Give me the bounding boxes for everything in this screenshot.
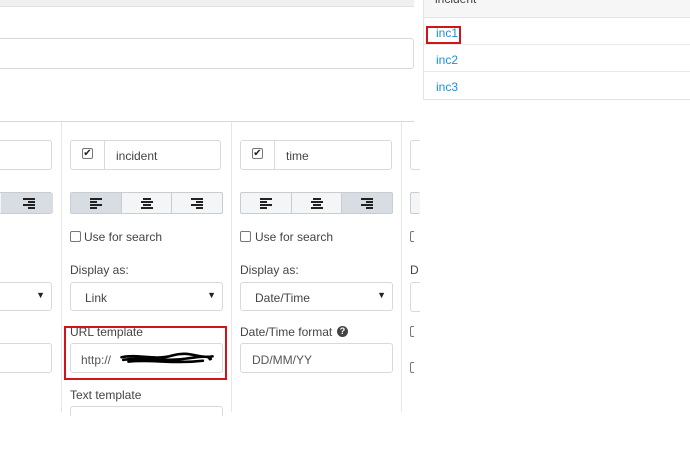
align-left-button[interactable] <box>71 193 122 213</box>
chevron-down-icon: ▼ <box>207 290 216 300</box>
column-name-text[interactable]: incident <box>116 149 157 163</box>
column-enabled-checkbox[interactable]: ✔ <box>252 148 263 159</box>
table-cell-link[interactable]: inc3 <box>436 80 458 94</box>
option-checkbox-partial[interactable] <box>410 326 414 337</box>
use-for-search-checkbox[interactable] <box>70 231 81 242</box>
top-input-field[interactable] <box>0 38 414 69</box>
display-as-label-partial: D <box>410 263 419 277</box>
table-header-label: incident <box>435 0 476 6</box>
display-as-select[interactable]: Link ▼ <box>70 282 223 311</box>
align-left-icon <box>260 198 272 209</box>
use-for-search-checkbox-partial[interactable] <box>410 231 414 242</box>
top-bar <box>0 0 414 7</box>
display-as-select-partial[interactable]: ▼ <box>0 282 52 311</box>
checkmark-icon: ✔ <box>253 148 262 159</box>
column-separator <box>401 122 402 412</box>
display-as-label: Display as: <box>240 263 299 277</box>
display-as-select[interactable]: Date/Time ▼ <box>240 282 393 311</box>
annotation-box-url-template <box>64 326 227 380</box>
align-center-icon <box>141 198 153 209</box>
use-for-search-checkbox[interactable] <box>240 231 251 242</box>
display-as-value: Date/Time <box>255 291 310 305</box>
table-header: incident <box>424 0 690 18</box>
alignment-group <box>240 192 393 214</box>
align-right-button[interactable] <box>1 193 53 213</box>
table-row: inc2 <box>424 45 690 72</box>
preview-table: incident inc1 inc2 inc3 <box>423 0 690 100</box>
display-as-select-partial[interactable] <box>410 282 420 312</box>
table-cell-link[interactable]: inc2 <box>436 53 458 67</box>
datetime-format-placeholder: DD/MM/YY <box>252 353 312 367</box>
column-separator <box>61 122 62 412</box>
alignment-group <box>70 192 223 214</box>
table-row: inc1 <box>424 18 690 45</box>
text-template-input[interactable] <box>70 406 223 416</box>
use-for-search-label: Use for search <box>255 230 334 244</box>
help-icon-glyph: ? <box>339 326 346 336</box>
align-center-button[interactable] <box>122 193 172 213</box>
column-name-input-partial[interactable] <box>0 140 52 170</box>
column-name-text[interactable]: time <box>286 149 309 163</box>
alignment-group-partial <box>410 192 420 214</box>
datetime-format-label: Date/Time format <box>240 325 333 339</box>
chevron-down-icon: ▼ <box>36 290 45 300</box>
checkmark-icon: ✔ <box>83 148 92 159</box>
column-enabled-cell: ✔ <box>241 141 275 169</box>
align-left-icon <box>90 198 102 209</box>
column-enabled-cell: ✔ <box>71 141 105 169</box>
column-name-field: ✔ incident <box>70 140 221 170</box>
align-right-icon <box>361 198 373 209</box>
annotation-box-inc1 <box>426 26 461 44</box>
chevron-down-icon: ▼ <box>377 290 386 300</box>
column-enabled-checkbox[interactable]: ✔ <box>82 148 93 159</box>
align-right-button[interactable] <box>342 193 392 213</box>
align-right-icon <box>23 198 35 209</box>
table-row: inc3 <box>424 72 690 99</box>
display-as-label: Display as: <box>70 263 129 277</box>
column-name-field: ✔ time <box>240 140 392 170</box>
align-right-icon <box>191 198 203 209</box>
use-for-search-label: Use for search <box>84 230 163 244</box>
datetime-format-input[interactable]: DD/MM/YY <box>240 343 393 373</box>
column-separator <box>231 122 232 412</box>
option-checkbox-partial[interactable] <box>410 362 414 373</box>
help-icon[interactable]: ? <box>337 326 348 337</box>
section-divider <box>0 121 414 122</box>
align-right-button[interactable] <box>172 193 222 213</box>
align-center-icon <box>311 198 323 209</box>
column-name-input-partial[interactable] <box>410 140 420 170</box>
align-center-button[interactable] <box>292 193 342 213</box>
align-left-button[interactable] <box>241 193 292 213</box>
display-as-value: Link <box>85 291 108 305</box>
alignment-group-partial <box>0 192 53 214</box>
text-template-label: Text template <box>70 388 142 402</box>
url-template-input-partial[interactable] <box>0 343 52 373</box>
